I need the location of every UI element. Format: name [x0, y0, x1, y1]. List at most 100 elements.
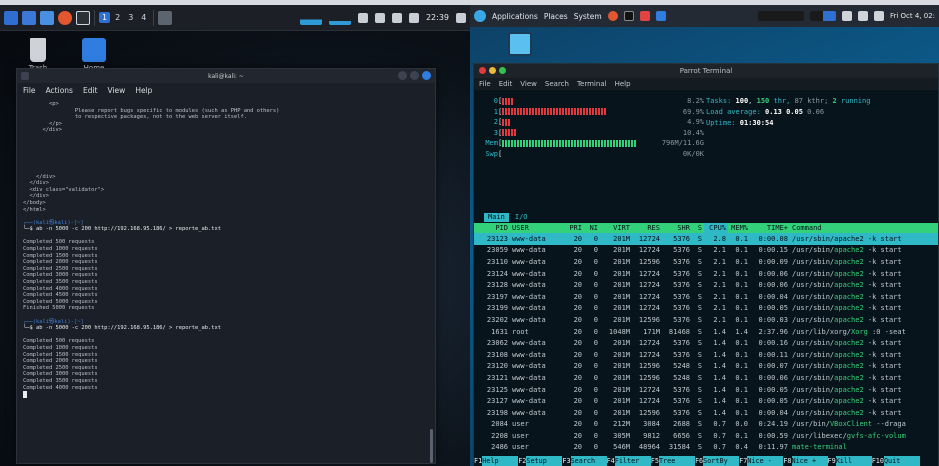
table-row[interactable]: 2084 user 20 0 212M 3084 2688 S 0.7 0.0 0:24.19/us… — [474, 419, 938, 431]
table-row[interactable]: 23121 www-data 20 0 201M 12596 5248 S 1.4 0.1 0:00… — [474, 372, 938, 384]
col-res[interactable]: RES — [632, 223, 662, 233]
menu-search[interactable]: Search — [545, 80, 569, 88]
workspace-4[interactable]: 4 — [138, 12, 149, 23]
fkey-f10[interactable]: F10 Quit — [871, 456, 920, 466]
battery-icon[interactable] — [408, 12, 419, 23]
parrot-logo-icon[interactable] — [474, 10, 486, 22]
terminal-launcher-icon[interactable] — [623, 11, 634, 21]
lock-icon[interactable] — [456, 12, 466, 23]
desktop-icon-trash[interactable]: Trash — [18, 38, 58, 72]
fkey-f6[interactable]: F6 SortBy — [694, 456, 740, 466]
table-row[interactable]: 1631 root 20 0 1048M 171M 81468 S 1.4 1.4 2:37.96/… — [474, 326, 938, 338]
display-icon[interactable] — [357, 12, 368, 23]
fkey-f4[interactable]: F4 Filter — [606, 456, 651, 466]
menu-help[interactable]: Help — [615, 80, 631, 88]
col-time[interactable]: TIME+ — [750, 223, 790, 233]
menu-file[interactable]: File — [23, 86, 36, 95]
file-manager-icon[interactable] — [40, 10, 54, 25]
col-virt[interactable]: VIRT — [600, 223, 632, 233]
vscode-icon[interactable] — [655, 11, 666, 21]
menu-view[interactable]: View — [520, 80, 537, 88]
table-row[interactable]: 23124 www-data 20 0 201M 12724 5376 S 2.1 0.1 0:00… — [474, 268, 938, 280]
fkey-f5[interactable]: F5 Tree — [650, 456, 695, 466]
table-row[interactable]: 23108 www-data 20 0 201M 12724 5376 S 1.4 0.1 0:00… — [474, 349, 938, 361]
notification-icon[interactable] — [391, 12, 402, 23]
table-row[interactable]: 23199 www-data 20 0 201M 12724 5376 S 2.1 0.1 0:00… — [474, 303, 938, 315]
tab-main[interactable]: Main — [484, 213, 509, 222]
table-row[interactable]: 23197 www-data 20 0 201M 12724 5376 S 2.1 0.1 0:00… — [474, 291, 938, 303]
desktop-icon-home[interactable]: Home — [74, 38, 114, 72]
col-shr[interactable]: SHR — [662, 223, 692, 233]
cmd-args: -k start — [863, 315, 902, 324]
menu-system[interactable]: System — [574, 12, 602, 21]
desktop-icon-computer[interactable] — [500, 32, 540, 56]
volume-icon[interactable] — [841, 11, 852, 21]
fkey-f3[interactable]: F3 Search — [562, 456, 607, 466]
menu-places[interactable]: Places — [544, 12, 568, 21]
volume-icon[interactable] — [374, 12, 385, 23]
table-row[interactable]: 23125 www-data 20 0 201M 12724 5376 S 1.4 0.1 0:00… — [474, 384, 938, 396]
parrot-terminal-titlebar[interactable]: Parrot Terminal — [474, 64, 938, 78]
kali-terminal-titlebar[interactable]: kali@kali: ~ — [17, 69, 435, 83]
menu-help[interactable]: Help — [135, 86, 152, 95]
table-row[interactable]: 23123 www-data 20 0 201M 12724 5376 S 2.8 0.1 0:00… — [474, 233, 938, 245]
col-mem[interactable]: MEM% — [728, 223, 750, 233]
window-button-icon[interactable] — [158, 10, 173, 25]
table-row[interactable]: 2486 user 20 0 546M 48964 31584 S 0.7 0.4 0:11.97 m… — [474, 442, 938, 454]
workspace-3[interactable]: 3 — [125, 12, 136, 23]
fkey-f2[interactable]: F2 Setup — [518, 456, 563, 466]
table-row[interactable]: 23128 www-data 20 0 201M 12724 5376 S 2.1 0.1 0:00… — [474, 279, 938, 291]
kali-terminal-scrollbar[interactable] — [430, 429, 433, 463]
table-row[interactable]: 23120 www-data 20 0 201M 12596 5248 S 1.4 0.1 0:00… — [474, 361, 938, 373]
table-row[interactable]: 2208 user 20 0 305M 9812 6656 S 0.7 0.1 0:00.59/us… — [474, 430, 938, 442]
maximize-button[interactable] — [410, 71, 419, 80]
kali-clock[interactable]: 22:39 — [426, 13, 449, 22]
display-icon[interactable] — [857, 11, 868, 21]
table-row[interactable]: 23110 www-data 20 0 201M 12596 5376 S 2.1 0.1 0:00… — [474, 256, 938, 268]
minimize-button[interactable] — [398, 71, 407, 80]
fkey-f9[interactable]: F9 Kill — [827, 456, 872, 466]
menu-file[interactable]: File — [479, 80, 491, 88]
firefox-icon[interactable] — [58, 10, 72, 25]
parrot-clock[interactable]: Fri Oct 4, 02: — [890, 12, 935, 20]
battery-icon[interactable] — [873, 11, 884, 21]
table-row[interactable]: 23062 www-data 20 0 201M 12724 5376 S 1.4 0.1 0:00… — [474, 337, 938, 349]
firefox-icon[interactable] — [607, 11, 618, 21]
col-pid[interactable]: PID — [474, 223, 510, 233]
kali-terminal-output[interactable]: <p> Please report bugs specific to modul… — [17, 97, 435, 455]
output-line: Completed 500 requests — [23, 338, 95, 345]
show-desktop-icon[interactable] — [22, 10, 36, 25]
maximize-button[interactable] — [499, 67, 506, 74]
table-row[interactable]: 23202 www-data 20 0 201M 12596 5376 S 2.1 0.1 0:00… — [474, 314, 938, 326]
col-state[interactable]: S — [692, 223, 704, 233]
col-user[interactable]: USER — [510, 223, 560, 233]
tab-io[interactable]: I/O — [511, 213, 532, 222]
col-cpu[interactable]: CPU% — [704, 223, 728, 233]
app-launcher-icon[interactable] — [639, 11, 650, 21]
col-command[interactable]: Command — [790, 223, 938, 233]
htop-screen[interactable]: 0[8.2% 1[69.9% 2[4.9% 3[10.4% Mem[796M/11.6G… — [474, 90, 938, 466]
menu-terminal[interactable]: Terminal — [577, 80, 607, 88]
menu-edit[interactable]: Edit — [83, 86, 98, 95]
workspace-2[interactable]: 2 — [112, 12, 123, 23]
menu-view[interactable]: View — [108, 86, 126, 95]
table-row[interactable]: 23198 www-data 20 0 201M 12596 5376 S 1.4 0.1 0:00… — [474, 407, 938, 419]
table-row[interactable]: 23127 www-data 20 0 201M 12724 5376 S 1.4 0.1 0:00… — [474, 395, 938, 407]
kali-menu-icon[interactable] — [4, 10, 18, 25]
fkey-f1[interactable]: F1 Help — [474, 456, 519, 466]
menu-actions[interactable]: Actions — [46, 86, 73, 95]
table-row[interactable]: 23059 www-data 20 0 201M 12724 5376 S 2.1 0.1 0:00… — [474, 245, 938, 257]
workspace-1[interactable]: 1 — [99, 12, 111, 23]
menu-edit[interactable]: Edit — [499, 80, 513, 88]
col-pri[interactable]: PRI — [560, 223, 584, 233]
close-button[interactable] — [422, 71, 431, 80]
close-button[interactable] — [479, 67, 486, 74]
cell-time: 0:24.19 — [758, 420, 788, 429]
fkey-f8[interactable]: F8 Nice + — [783, 456, 828, 466]
minimize-button[interactable] — [489, 67, 496, 74]
menu-applications[interactable]: Applications — [492, 12, 538, 21]
fkey-f7[interactable]: F7 Nice - — [739, 456, 784, 466]
cell-pri: 20 — [573, 385, 582, 394]
col-ni[interactable]: NI — [584, 223, 600, 233]
terminal-launcher-icon[interactable] — [76, 10, 90, 25]
